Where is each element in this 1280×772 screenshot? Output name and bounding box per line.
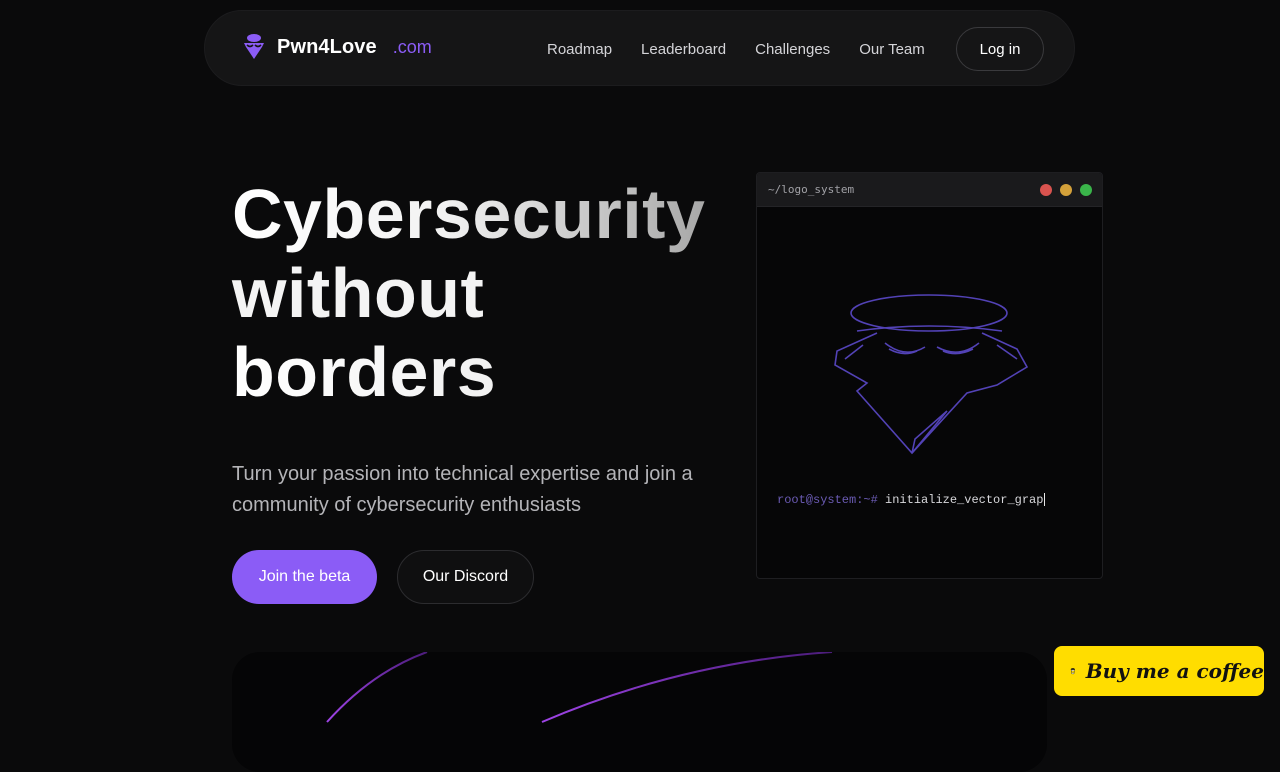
hero-title: Cybersecurity without borders — [232, 175, 705, 412]
terminal-command: initialize_vector_grap — [885, 493, 1044, 507]
buy-me-coffee-button[interactable]: Buy me a coffee — [1054, 646, 1264, 696]
join-beta-button[interactable]: Join the beta — [232, 550, 377, 604]
nav-link-our-team[interactable]: Our Team — [859, 41, 925, 58]
nav-links: Roadmap Leaderboard Challenges Our Team — [547, 11, 954, 87]
hero-title-line-3: borders — [232, 333, 705, 412]
glow-arc-decoration — [326, 652, 833, 723]
buy-me-coffee-label: Buy me a coffee — [1085, 659, 1264, 683]
nav-link-leaderboard[interactable]: Leaderboard — [641, 41, 726, 58]
text-cursor — [1044, 493, 1046, 507]
brand-tld: .com — [392, 36, 432, 57]
brand-name: Pwn4Love — [277, 35, 377, 58]
terminal-window: ~/logo_system root@system:~# initialize_… — [756, 172, 1103, 579]
nav-link-roadmap[interactable]: Roadmap — [547, 41, 612, 58]
window-controls — [1040, 184, 1092, 196]
terminal-title: ~/logo_system — [768, 183, 855, 196]
feature-panel — [232, 652, 1047, 772]
hacker-logo-icon — [244, 34, 264, 59]
discord-button[interactable]: Our Discord — [397, 550, 534, 604]
hacker-outline-icon — [834, 294, 1029, 455]
nav-link-challenges[interactable]: Challenges — [755, 41, 830, 58]
terminal-title-bar: ~/logo_system — [757, 173, 1102, 207]
maximize-dot-icon[interactable] — [1080, 184, 1092, 196]
hero-title-line-1: Cybersecurity — [232, 175, 706, 253]
terminal-prompt: root@system:~# — [777, 493, 878, 507]
close-dot-icon[interactable] — [1040, 184, 1052, 196]
login-button[interactable]: Log in — [956, 27, 1044, 71]
coffee-cup-icon — [1070, 668, 1075, 675]
brand-link[interactable]: Pwn4Love .com — [241, 33, 432, 61]
top-navbar: Pwn4Love .com Roadmap Leaderboard Challe… — [204, 10, 1075, 86]
hero-title-line-2: without — [232, 254, 485, 332]
hero-subtitle: Turn your passion into technical experti… — [232, 463, 693, 516]
terminal-command-line: root@system:~# initialize_vector_grap — [777, 493, 1046, 507]
minimize-dot-icon[interactable] — [1060, 184, 1072, 196]
